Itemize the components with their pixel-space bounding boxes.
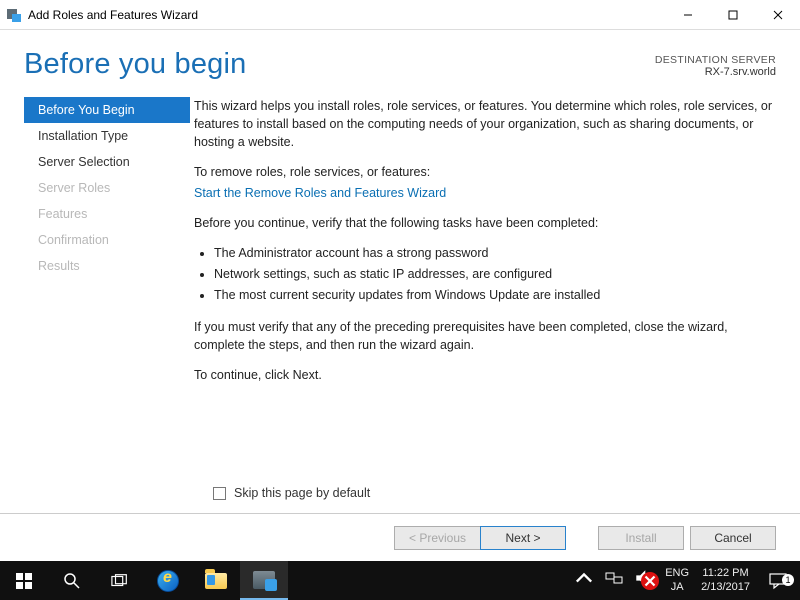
destination-server-name: RX-7.srv.world <box>655 66 776 78</box>
titlebar: Add Roles and Features Wizard <box>0 0 800 30</box>
intro-text: This wizard helps you install roles, rol… <box>194 97 776 151</box>
tray-chevron-up-icon[interactable] <box>569 569 599 591</box>
prereq-item: The Administrator account has a strong p… <box>214 244 776 262</box>
prereq-item: The most current security updates from W… <box>214 286 776 304</box>
tray-volume-icon[interactable] <box>629 569 659 591</box>
install-button: Install <box>598 526 684 550</box>
step-server-selection[interactable]: Server Selection <box>24 149 190 175</box>
step-server-roles: Server Roles <box>24 175 190 201</box>
server-manager-icon <box>253 571 275 589</box>
notification-badge: 1 <box>782 574 794 586</box>
system-tray: ENG JA 11:22 PM 2/13/2017 1 <box>569 561 800 600</box>
step-confirmation: Confirmation <box>24 227 190 253</box>
prereq-list: The Administrator account has a strong p… <box>194 244 776 304</box>
page-title: Before you begin <box>24 48 655 81</box>
action-center-button[interactable]: 1 <box>756 572 800 590</box>
start-button[interactable] <box>0 561 48 600</box>
taskbar-server-manager-icon[interactable] <box>240 561 288 600</box>
remove-label: To remove roles, role services, or featu… <box>194 163 776 181</box>
main-content: This wizard helps you install roles, rol… <box>190 97 776 397</box>
search-button[interactable] <box>48 561 96 600</box>
previous-button: < Previous <box>394 526 480 550</box>
wizard-button-bar: < Previous Next > Install Cancel <box>0 513 800 561</box>
maximize-button[interactable] <box>710 0 755 30</box>
server-manager-app-icon <box>6 7 22 23</box>
step-installation-type[interactable]: Installation Type <box>24 123 190 149</box>
skip-page-checkbox[interactable] <box>213 487 226 500</box>
destination-label: DESTINATION SERVER <box>655 54 776 66</box>
close-button[interactable] <box>755 0 800 30</box>
step-features: Features <box>24 201 190 227</box>
remove-roles-link[interactable]: Start the Remove Roles and Features Wiza… <box>194 186 446 200</box>
skip-page-label: Skip this page by default <box>234 486 370 500</box>
prereq-close-text: If you must verify that any of the prece… <box>194 318 776 354</box>
taskbar-file-explorer-icon[interactable] <box>192 561 240 600</box>
skip-page-row: Skip this page by default <box>213 486 370 500</box>
step-results: Results <box>24 253 190 279</box>
taskbar: ENG JA 11:22 PM 2/13/2017 1 <box>0 561 800 600</box>
taskbar-ie-icon[interactable] <box>144 561 192 600</box>
task-view-button[interactable] <box>96 561 144 600</box>
internet-explorer-icon <box>157 570 179 592</box>
window-title: Add Roles and Features Wizard <box>28 8 665 22</box>
continue-hint: To continue, click Next. <box>194 366 776 384</box>
tray-date: 2/13/2017 <box>701 581 750 594</box>
verify-intro: Before you continue, verify that the fol… <box>194 214 776 232</box>
destination-server-block: DESTINATION SERVER RX-7.srv.world <box>655 48 776 81</box>
folder-icon <box>205 573 227 589</box>
prereq-item: Network settings, such as static IP addr… <box>214 265 776 283</box>
minimize-button[interactable] <box>665 0 710 30</box>
wizard-steps-sidebar: Before You Begin Installation Type Serve… <box>0 97 190 397</box>
step-before-you-begin[interactable]: Before You Begin <box>24 97 190 123</box>
next-button[interactable]: Next > <box>480 526 566 550</box>
tray-network-icon[interactable] <box>599 569 629 591</box>
tray-time: 11:22 PM <box>701 567 750 580</box>
tray-input-language[interactable]: ENG JA <box>659 567 695 593</box>
tray-clock[interactable]: 11:22 PM 2/13/2017 <box>695 567 756 593</box>
cancel-button[interactable]: Cancel <box>690 526 776 550</box>
